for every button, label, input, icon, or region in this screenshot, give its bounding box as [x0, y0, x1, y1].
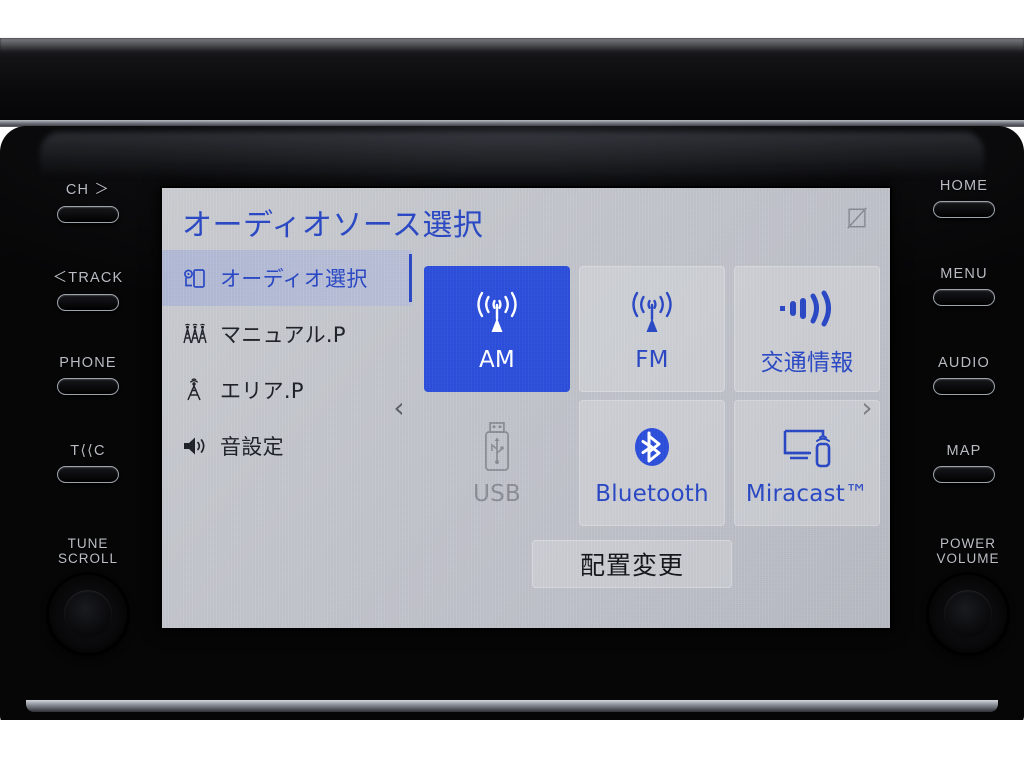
- sidebar-item-area-preset-label: エリア.P: [220, 379, 304, 403]
- photo-top-margin: [0, 0, 1024, 38]
- track-previous-label: ＜TRACK: [52, 270, 124, 286]
- ch-next-label: CH ＞: [65, 182, 111, 198]
- tune-scroll-label-line2: SCROLL: [57, 551, 119, 566]
- infotainment-screen[interactable]: オーディオソース選択 オーディオ選択 マニュアル.P エリア.P 音設定 ‹ ›…: [162, 188, 890, 628]
- dashboard-gloss: [0, 38, 1024, 52]
- traffic-signal-waves-icon: [774, 281, 840, 337]
- tile-traffic-info[interactable]: 交通情報: [734, 266, 880, 392]
- photo-bottom-margin: [0, 720, 1024, 768]
- left-button-rail: CH ＞ ＜TRACK PHONE T⟨⟨C: [24, 178, 152, 523]
- ch-next-key[interactable]: [57, 206, 119, 223]
- usb-stick-icon: [477, 419, 517, 475]
- track-previous-button[interactable]: ＜TRACK: [24, 266, 152, 311]
- sidebar-item-sound-settings-label: 音設定: [220, 435, 284, 459]
- tile-bluetooth-label: Bluetooth: [595, 481, 709, 507]
- phone-button[interactable]: PHONE: [24, 355, 152, 395]
- t-connect-button[interactable]: T⟨⟨C: [24, 443, 152, 483]
- audio-key[interactable]: [933, 378, 995, 395]
- sidebar-item-manual-preset[interactable]: マニュアル.P: [162, 306, 412, 362]
- audio-source-tile-grid: AM FM 交通情報 USB Bluetooth Miracast™: [424, 266, 880, 526]
- sidebar-item-sound-settings[interactable]: 音設定: [162, 418, 412, 474]
- rearrange-button[interactable]: 配置変更: [532, 540, 732, 588]
- phone-key[interactable]: [57, 378, 119, 395]
- miracast-screen-phone-icon: [779, 419, 835, 475]
- sidebar-menu: オーディオ選択 マニュアル.P エリア.P 音設定: [162, 250, 412, 474]
- area-preset-antenna-icon: [180, 375, 210, 405]
- tile-bluetooth[interactable]: Bluetooth: [579, 400, 725, 526]
- tile-usb[interactable]: USB: [424, 400, 570, 526]
- head-unit-gloss: [40, 132, 984, 178]
- map-key[interactable]: [933, 466, 995, 483]
- previous-page-chevron-icon[interactable]: ‹: [386, 390, 412, 424]
- tile-fm-label: FM: [635, 347, 669, 373]
- menu-label: MENU: [940, 266, 988, 282]
- tile-miracast-label: Miracast™: [745, 481, 869, 507]
- head-unit-bottom-chrome: [26, 700, 998, 712]
- bluetooth-icon: [628, 419, 676, 475]
- page-title: オーディオソース選択: [182, 208, 484, 243]
- audio-source-device-icon: [180, 263, 210, 293]
- menu-key[interactable]: [933, 289, 995, 306]
- map-label: MAP: [946, 443, 982, 459]
- sidebar-item-audio-select[interactable]: オーディオ選択: [162, 250, 412, 306]
- radio-antenna-icon: [622, 285, 682, 341]
- tune-scroll-label-line1: TUNE: [67, 536, 109, 551]
- home-key[interactable]: [933, 201, 995, 218]
- sidebar-item-manual-preset-label: マニュアル.P: [220, 323, 346, 347]
- manual-preset-antennas-icon: [180, 319, 210, 349]
- track-previous-key[interactable]: [57, 294, 119, 311]
- power-volume-label-line2: VOLUME: [936, 551, 1000, 566]
- ch-next-button[interactable]: CH ＞: [24, 178, 152, 223]
- home-label: HOME: [939, 178, 989, 194]
- menu-button[interactable]: MENU: [900, 266, 1024, 306]
- power-volume-label-line1: POWER: [939, 536, 996, 551]
- tile-miracast[interactable]: Miracast™: [734, 400, 880, 526]
- tile-traffic-info-label: 交通情報: [760, 350, 854, 376]
- tile-am[interactable]: AM: [424, 266, 570, 392]
- audio-button[interactable]: AUDIO: [900, 355, 1024, 395]
- t-connect-key[interactable]: [57, 466, 119, 483]
- t-connect-label: T⟨⟨C: [70, 443, 106, 459]
- speaker-sound-settings-icon: [180, 431, 210, 461]
- tile-am-label: AM: [479, 347, 515, 373]
- tile-usb-label: USB: [473, 481, 521, 507]
- power-volume-knob[interactable]: POWER VOLUME: [898, 536, 1024, 654]
- power-volume-dial[interactable]: [928, 574, 1008, 654]
- map-button[interactable]: MAP: [900, 443, 1024, 483]
- sidebar-item-audio-select-label: オーディオ選択: [220, 267, 368, 291]
- audio-label: AUDIO: [938, 355, 990, 371]
- tune-scroll-dial[interactable]: [48, 574, 128, 654]
- home-button[interactable]: HOME: [900, 178, 1024, 218]
- right-button-rail: HOME MENU AUDIO MAP: [900, 178, 1024, 523]
- display-off-icon[interactable]: [846, 206, 868, 230]
- sidebar-item-area-preset[interactable]: エリア.P: [162, 362, 412, 418]
- head-unit-photo: CH ＞ ＜TRACK PHONE T⟨⟨C HOME MENU AUDIO M…: [0, 0, 1024, 768]
- tile-fm[interactable]: FM: [579, 266, 725, 392]
- phone-label: PHONE: [59, 355, 117, 371]
- radio-antenna-icon: [467, 285, 527, 341]
- tune-scroll-knob[interactable]: TUNE SCROLL: [18, 536, 158, 654]
